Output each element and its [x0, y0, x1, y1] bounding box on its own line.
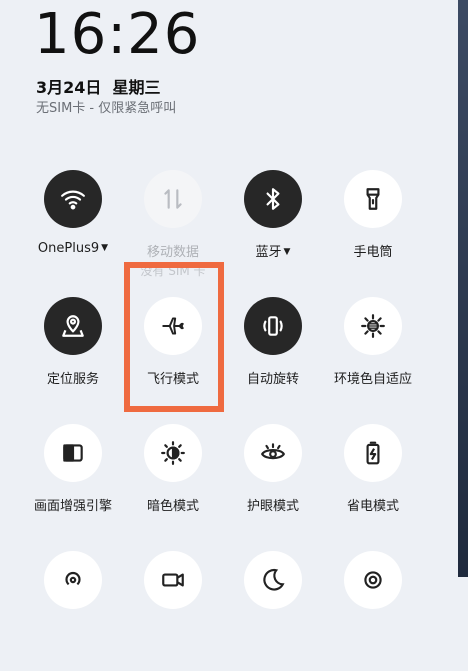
- tile-battery-saver[interactable]: 省电模式: [318, 424, 428, 544]
- tile-battery-saver-label: 省电模式: [346, 499, 399, 514]
- battery-saver-icon: [344, 424, 402, 482]
- tile-wifi-label: OnePlus9: [37, 241, 100, 256]
- mobile-data-icon: [144, 170, 202, 228]
- clock: 16:26: [34, 2, 201, 67]
- tile-display-enhance-label: 画面增强引擎: [33, 499, 112, 514]
- tile-display-enhance[interactable]: 画面增强引擎: [18, 424, 128, 544]
- chevron-down-icon[interactable]: ▼: [101, 243, 108, 253]
- tile-auto-rotate[interactable]: 自动旋转: [218, 297, 328, 417]
- tile-bluetooth[interactable]: 蓝牙 ▼: [218, 170, 328, 290]
- tile-row4-3[interactable]: [218, 551, 328, 671]
- tile-eye-comfort[interactable]: 护眼模式: [218, 424, 328, 544]
- flashlight-icon: [344, 170, 402, 228]
- tile-mobile-data-label: 移动数据: [146, 245, 199, 260]
- tile-row4-1[interactable]: [18, 551, 128, 671]
- tile-eye-comfort-label: 护眼模式: [246, 499, 299, 514]
- location-icon: [44, 297, 102, 355]
- tile-row4-4[interactable]: [318, 551, 428, 671]
- tile-location[interactable]: 定位服务: [18, 297, 128, 417]
- tile-flashlight-label: 手电筒: [353, 245, 393, 260]
- auto-rotate-icon: [244, 297, 302, 355]
- bluetooth-icon: [244, 170, 302, 228]
- tile-dark-mode[interactable]: 暗色模式: [118, 424, 228, 544]
- dark-mode-icon: [144, 424, 202, 482]
- tile-ambient-color-label: 环境色自适应: [333, 372, 412, 387]
- hotspot-icon: [44, 551, 102, 609]
- tile-ambient-color[interactable]: 环境色自适应: [318, 297, 428, 417]
- date-label: 3月24日 星期三: [36, 78, 161, 97]
- display-enhance-icon: [44, 424, 102, 482]
- nfc-icon: [344, 551, 402, 609]
- tile-wifi[interactable]: OnePlus9 ▼: [18, 170, 128, 290]
- tile-bluetooth-label: 蓝牙: [255, 245, 282, 260]
- eye-comfort-icon: [244, 424, 302, 482]
- highlight-box: [124, 262, 224, 412]
- tile-dark-mode-label: 暗色模式: [146, 499, 199, 514]
- tile-flashlight[interactable]: 手电筒: [318, 170, 428, 290]
- chevron-down-icon[interactable]: ▼: [284, 247, 291, 257]
- tile-location-label: 定位服务: [46, 372, 99, 387]
- screen-record-icon: [144, 551, 202, 609]
- moon-icon: [244, 551, 302, 609]
- background-wallpaper-edge: [458, 0, 468, 577]
- sim-status: 无SIM卡 - 仅限紧急呼叫: [36, 101, 177, 116]
- tile-auto-rotate-label: 自动旋转: [246, 372, 299, 387]
- wifi-icon: [44, 170, 102, 228]
- tile-row4-2[interactable]: [118, 551, 228, 671]
- ambient-color-icon: [344, 297, 402, 355]
